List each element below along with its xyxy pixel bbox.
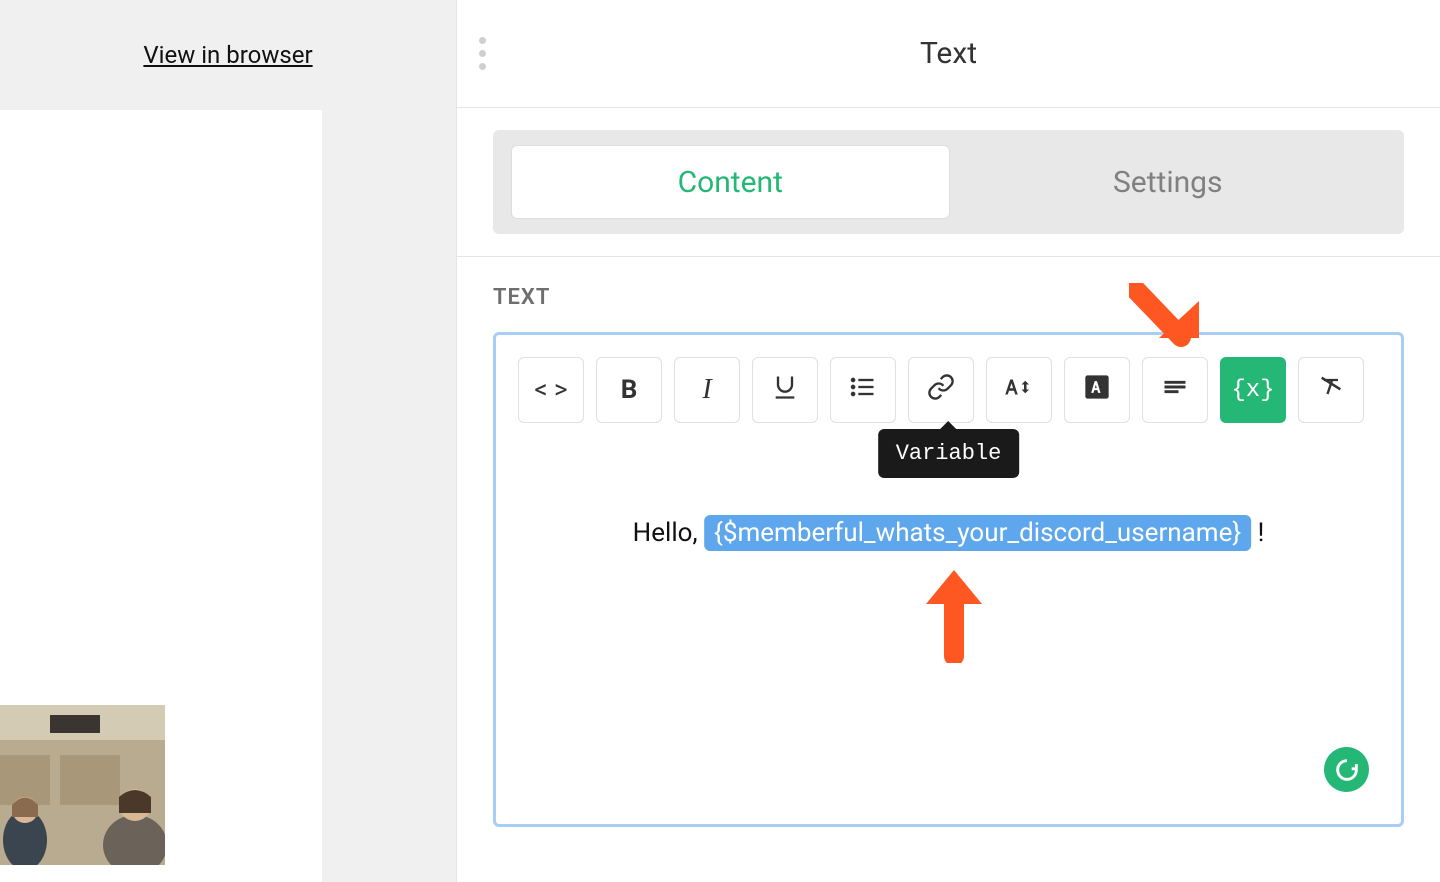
background-color-icon bbox=[1083, 373, 1111, 408]
list-icon bbox=[849, 373, 877, 408]
underline-icon bbox=[771, 373, 799, 408]
clear-format-button[interactable] bbox=[1298, 357, 1364, 423]
section-label: TEXT bbox=[493, 285, 1404, 310]
italic-button[interactable]: I bbox=[674, 357, 740, 423]
font-size-icon bbox=[1004, 372, 1034, 409]
preview-panel: View in browser t here bbox=[0, 0, 457, 882]
font-size-button[interactable] bbox=[986, 357, 1052, 423]
view-in-browser-link[interactable]: View in browser bbox=[143, 41, 312, 69]
italic-icon: I bbox=[702, 374, 711, 406]
drag-handle-icon[interactable] bbox=[479, 37, 486, 70]
panel-header: Text bbox=[457, 0, 1440, 108]
toolbar: < > B I bbox=[518, 357, 1379, 423]
preview-header: View in browser bbox=[0, 0, 456, 110]
grammarly-badge-icon[interactable] bbox=[1324, 747, 1369, 792]
background-color-button[interactable] bbox=[1064, 357, 1130, 423]
clear-format-icon bbox=[1317, 373, 1345, 408]
tabs-container: Content Settings bbox=[457, 108, 1440, 256]
tab-content[interactable]: Content bbox=[511, 145, 950, 219]
variable-icon: {x} bbox=[1231, 377, 1274, 404]
bold-button[interactable]: B bbox=[596, 357, 662, 423]
panel-title: Text bbox=[920, 36, 977, 71]
code-icon: < > bbox=[534, 375, 567, 405]
bold-icon: B bbox=[621, 375, 638, 405]
annotation-arrow-bottom bbox=[916, 568, 992, 663]
editor-text-content[interactable]: Hello, {$memberful_whats_your_discord_us… bbox=[633, 515, 1265, 551]
editor-section: TEXT < > B I bbox=[457, 256, 1440, 827]
align-button[interactable] bbox=[1142, 357, 1208, 423]
underline-button[interactable] bbox=[752, 357, 818, 423]
align-icon bbox=[1161, 373, 1189, 408]
list-button[interactable] bbox=[830, 357, 896, 423]
tabs: Content Settings bbox=[493, 130, 1404, 234]
preview-image bbox=[0, 705, 165, 865]
text-before: Hello, bbox=[633, 518, 704, 548]
editor-panel: Text Content Settings TEXT < > B I bbox=[457, 0, 1440, 882]
tab-settings[interactable]: Settings bbox=[950, 145, 1387, 219]
text-after: ! bbox=[1251, 518, 1264, 548]
variable-chip[interactable]: {$memberful_whats_your_discord_username} bbox=[704, 515, 1251, 551]
link-icon bbox=[927, 373, 955, 408]
link-button[interactable] bbox=[908, 357, 974, 423]
preview-body: t here bbox=[0, 110, 322, 882]
variable-button[interactable]: {x} Variable bbox=[1220, 357, 1286, 423]
code-button[interactable]: < > bbox=[518, 357, 584, 423]
annotation-arrow-top bbox=[1129, 283, 1204, 365]
variable-tooltip: Variable bbox=[878, 429, 1020, 478]
